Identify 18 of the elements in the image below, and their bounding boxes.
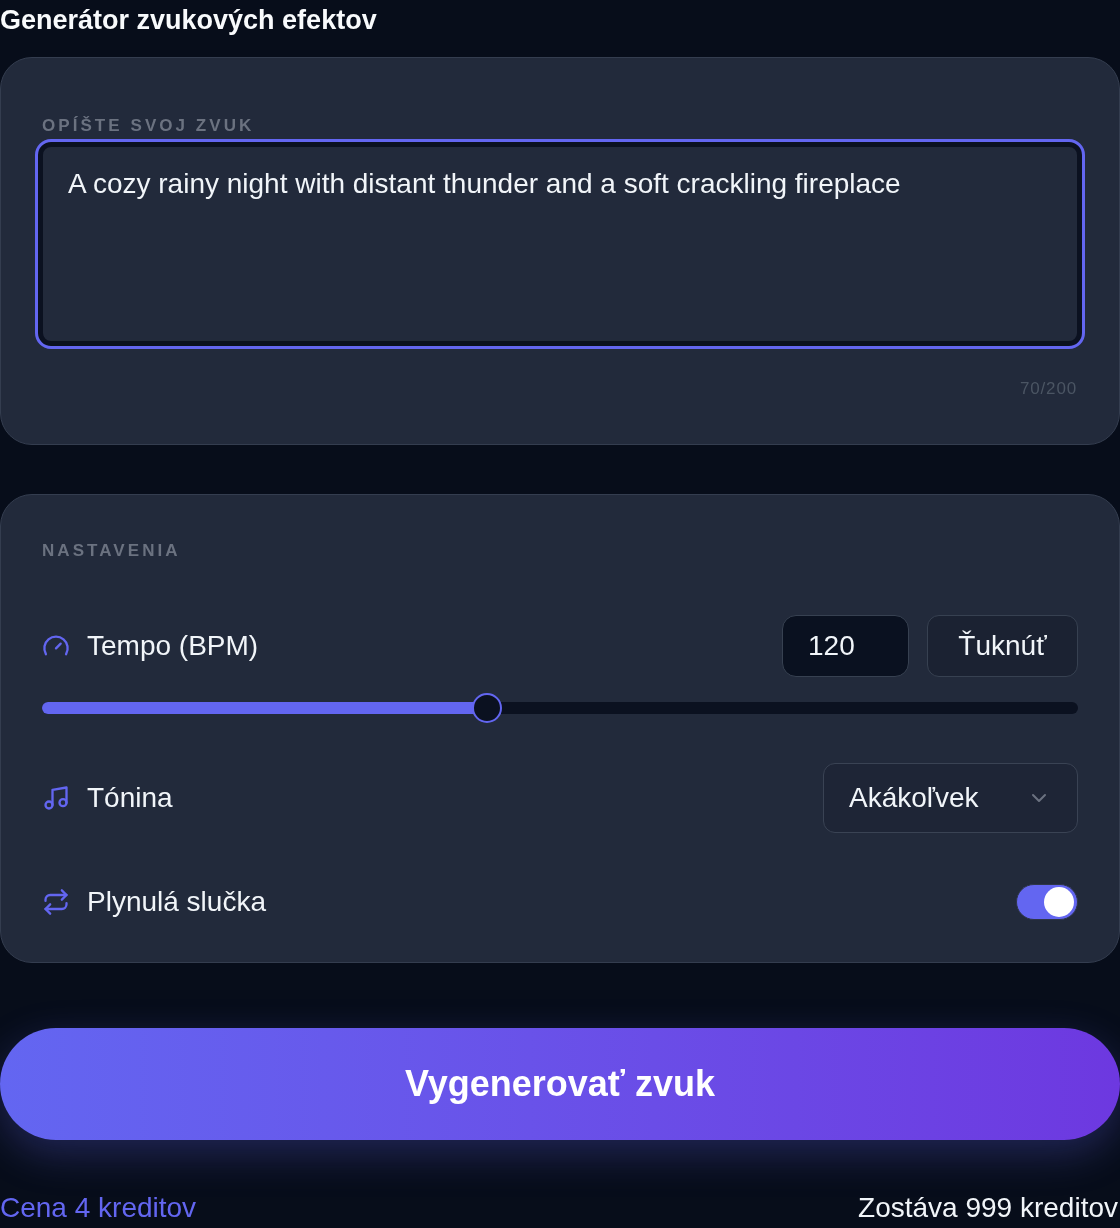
setting-label: Tónina [87, 781, 173, 815]
setting-label: Tempo (BPM) [87, 629, 259, 663]
setting-label: Plynulá slučka [87, 885, 266, 919]
repeat-icon [42, 888, 70, 916]
prompt-textarea[interactable]: A cozy rainy night with distant thunder and a soft crackling fireplace [35, 139, 1085, 349]
slider-thumb[interactable] [472, 693, 503, 723]
tap-button[interactable]: Ťuknúť [927, 615, 1078, 677]
tempo-slider[interactable] [42, 693, 1078, 723]
loop-toggle[interactable] [1016, 884, 1078, 920]
prompt-label: OPÍŠTE SVOJ ZVUK [41, 117, 256, 135]
key-select[interactable]: Akákoľvek [823, 763, 1078, 833]
generate-button[interactable]: Vygenerovať zvuk [0, 1028, 1120, 1140]
cost-text: Cena 4 kreditov [0, 1191, 197, 1225]
page-title: Generátor zvukových efektov [0, 4, 378, 37]
music-note-icon [42, 784, 70, 812]
settings-heading: NASTAVENIA [42, 542, 182, 560]
tempo-input[interactable]: 120 [782, 615, 909, 677]
remaining-credits-text: Zostáva 999 kreditov [858, 1191, 1118, 1225]
